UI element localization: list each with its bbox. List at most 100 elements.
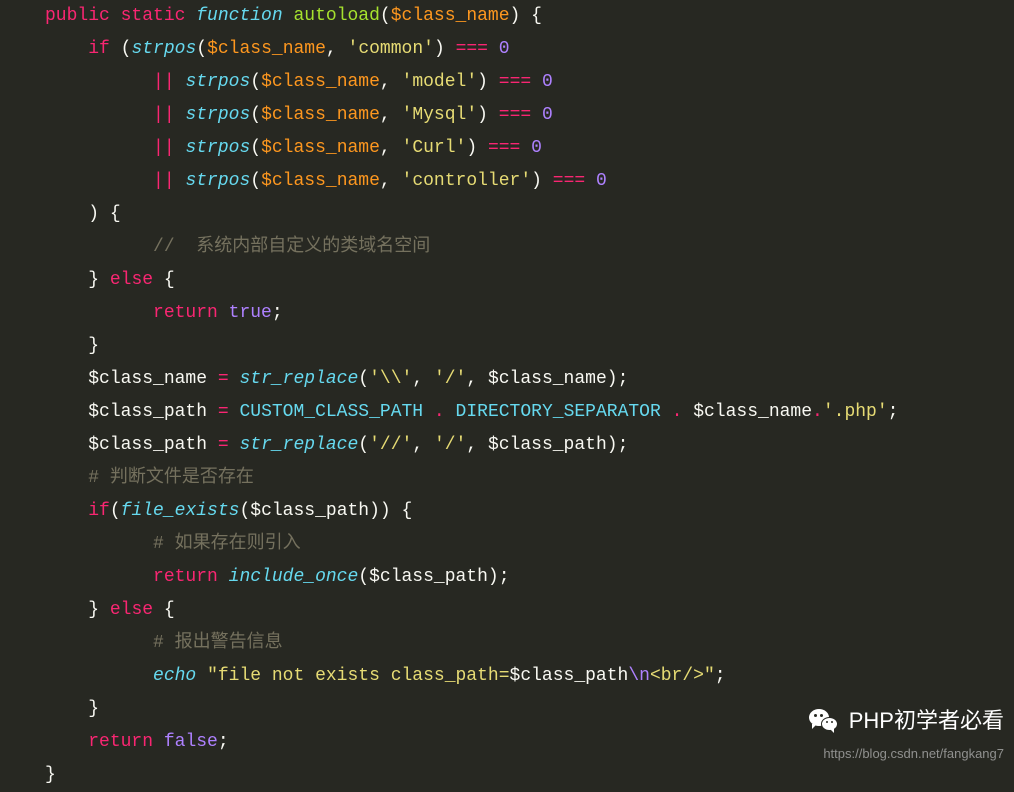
watermark-title: PHP初学者必看: [849, 704, 1004, 737]
code-token: ,: [326, 39, 348, 59]
code-token: # 判断文件是否存在: [88, 468, 254, 488]
code-token: 0: [531, 138, 542, 158]
code-line[interactable]: public static function autoload($class_n…: [45, 0, 1014, 33]
code-line[interactable]: $class_path = str_replace('//', '/', $cl…: [45, 429, 1014, 462]
code-token: ||: [153, 72, 175, 92]
code-line[interactable]: } else {: [45, 594, 1014, 627]
code-token: str_replace: [239, 435, 358, 455]
code-token: ): [477, 105, 488, 125]
code-token: ): [466, 138, 477, 158]
code-token: ,: [380, 171, 402, 191]
code-token: 'model': [402, 72, 478, 92]
code-token: (: [358, 435, 369, 455]
code-token: =: [218, 402, 229, 422]
code-line[interactable]: # 如果存在则引入: [45, 528, 1014, 561]
code-token: ||: [153, 105, 175, 125]
code-token: }: [88, 699, 99, 719]
code-editor[interactable]: public static function autoload($class_n…: [0, 0, 1014, 792]
code-line[interactable]: // 系统内部自定义的类域名空间: [45, 231, 1014, 264]
code-token: [488, 39, 499, 59]
code-token: true: [229, 303, 272, 323]
code-line[interactable]: if (strpos($class_name, 'common') === 0: [45, 33, 1014, 66]
code-token: [110, 39, 121, 59]
code-token: [585, 171, 596, 191]
code-token: return: [88, 732, 153, 752]
code-token: [99, 600, 110, 620]
code-token: (: [358, 567, 369, 587]
code-token: CUSTOM_CLASS_PATH: [239, 402, 423, 422]
code-token: [99, 204, 110, 224]
code-token: ;: [715, 666, 726, 686]
code-token: , $class_name: [466, 369, 606, 389]
code-token: [661, 402, 672, 422]
code-token: ): [607, 435, 618, 455]
code-token: [153, 270, 164, 290]
code-token: (: [358, 369, 369, 389]
code-token: # 如果存在则引入: [153, 534, 301, 554]
code-token: [531, 105, 542, 125]
code-token: '/': [434, 369, 466, 389]
code-line[interactable]: $class_path = CUSTOM_CLASS_PATH . DIRECT…: [45, 396, 1014, 429]
code-token: ): [531, 171, 542, 191]
code-token: $class_name: [88, 369, 218, 389]
code-token: {: [164, 600, 175, 620]
code-line[interactable]: return true;: [45, 297, 1014, 330]
code-line[interactable]: if(file_exists($class_path)) {: [45, 495, 1014, 528]
code-token: [99, 270, 110, 290]
code-token: return: [153, 567, 218, 587]
code-line[interactable]: || strpos($class_name, 'Mysql') === 0: [45, 99, 1014, 132]
code-token: include_once: [229, 567, 359, 587]
code-line[interactable]: echo "file not exists class_path=$class_…: [45, 660, 1014, 693]
code-token: ===: [456, 39, 488, 59]
code-token: ): [88, 204, 99, 224]
code-token: public: [45, 6, 110, 26]
code-token: 'Curl': [402, 138, 467, 158]
code-token: strpos: [185, 105, 250, 125]
code-token: ,: [380, 138, 402, 158]
code-token: 0: [499, 39, 510, 59]
code-token: else: [110, 600, 153, 620]
code-line[interactable]: || strpos($class_name, 'model') === 0: [45, 66, 1014, 99]
code-token: [488, 105, 499, 125]
code-token: =: [218, 369, 229, 389]
code-token: .: [434, 402, 445, 422]
code-token: (: [239, 501, 250, 521]
code-token: [229, 435, 240, 455]
code-token: ;: [499, 567, 510, 587]
code-token: "file not exists class_path=: [207, 666, 509, 686]
code-token: (: [121, 39, 132, 59]
code-token: {: [402, 501, 413, 521]
code-line[interactable]: ) {: [45, 198, 1014, 231]
code-token: }: [45, 765, 56, 785]
code-line[interactable]: # 报出警告信息: [45, 627, 1014, 660]
code-token: ;: [618, 369, 629, 389]
code-line[interactable]: } else {: [45, 264, 1014, 297]
code-token: [423, 402, 434, 422]
code-token: $class_path: [250, 501, 369, 521]
code-line[interactable]: || strpos($class_name, 'Curl') === 0: [45, 132, 1014, 165]
code-token: file_exists: [121, 501, 240, 521]
code-token: (: [196, 39, 207, 59]
code-token: str_replace: [239, 369, 358, 389]
code-token: [175, 105, 186, 125]
code-line[interactable]: }: [45, 330, 1014, 363]
code-line[interactable]: $class_name = str_replace('\\', '/', $cl…: [45, 363, 1014, 396]
code-token: $class_name: [261, 72, 380, 92]
code-token: , $class_path: [466, 435, 606, 455]
code-line[interactable]: return include_once($class_path);: [45, 561, 1014, 594]
code-token: $class_name: [391, 6, 510, 26]
code-token: DIRECTORY_SEPARATOR: [456, 402, 661, 422]
code-token: if: [88, 39, 110, 59]
code-token: (: [250, 138, 261, 158]
code-token: [391, 501, 402, 521]
code-token: }: [88, 600, 99, 620]
code-line[interactable]: || strpos($class_name, 'controller') ===…: [45, 165, 1014, 198]
code-token: '/': [434, 435, 466, 455]
code-token: [542, 171, 553, 191]
code-token: [520, 138, 531, 158]
code-line[interactable]: # 判断文件是否存在: [45, 462, 1014, 495]
code-token: [153, 732, 164, 752]
code-token: \n: [628, 666, 650, 686]
code-token: [185, 6, 196, 26]
code-token: [218, 567, 229, 587]
